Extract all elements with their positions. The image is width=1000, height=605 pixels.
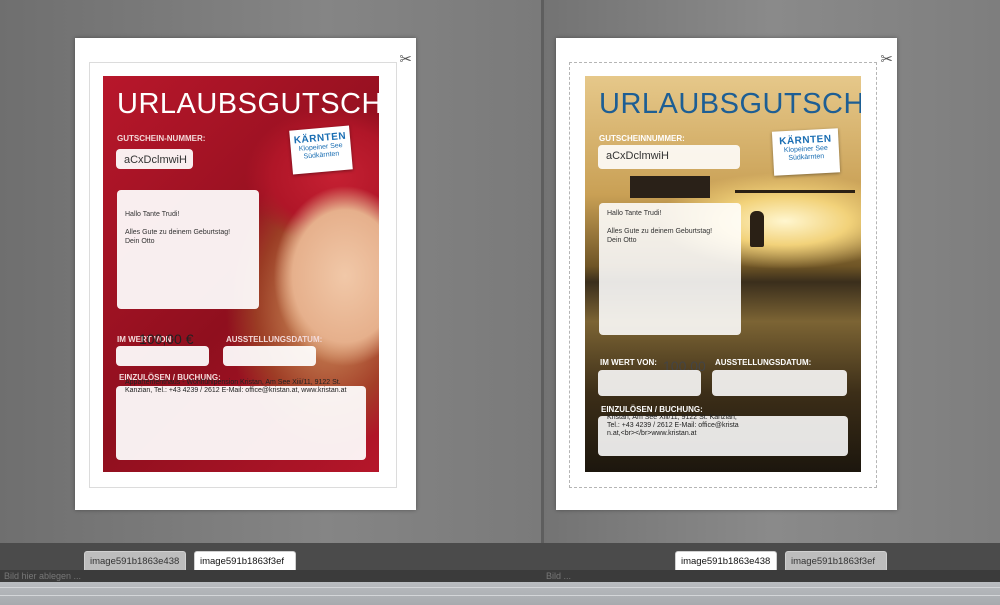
tab-image-1-right[interactable]: image591b1863e438 — [675, 551, 777, 571]
voucher-contact: Kristan, Am See Xiii/11, 9122 St. Kanzia… — [607, 414, 739, 437]
status-right: Bild ... — [546, 571, 572, 581]
voucher-number-field[interactable]: aCxDclmwiH — [116, 149, 193, 169]
voucher-number: aCxDclmwiH — [606, 150, 669, 162]
voucher-amount: 100,00 € — [139, 331, 194, 347]
voucher-value-field[interactable] — [116, 346, 209, 366]
voucher-contact: Appartementhaus - Wohlfühlpension Krista… — [125, 379, 347, 394]
voucher-number-field[interactable]: aCxDclmwiH — [598, 145, 740, 169]
scissors-icon[interactable]: ✂ — [880, 52, 893, 67]
scissors-icon[interactable]: ✂ — [399, 52, 412, 67]
voucher-value-label: IM WERT VON: — [600, 358, 657, 367]
kaernten-logo: KÄRNTEN Klopeiner See Südkärnten — [289, 125, 353, 175]
kaernten-logo: KÄRNTEN Klopeiner See Südkärnten — [771, 128, 841, 176]
voucher-message-field[interactable]: Hallo Tante Trudi! Alles Gute zu deinem … — [599, 203, 741, 335]
voucher-number-label: GUTSCHEIN-NUMMER: — [117, 134, 206, 143]
tab-image-2-right[interactable]: image591b1863f3ef — [785, 551, 887, 571]
pane-divider[interactable] — [541, 0, 544, 570]
status-left: Bild hier ablegen ... — [4, 571, 82, 581]
voucher-red: URLAUBSGUTSCHEIN GUTSCHEIN-NUMMER: aCxDc… — [103, 76, 379, 472]
voucher-date-label: AUSSTELLUNGSDATUM: — [226, 335, 323, 344]
voucher-title: URLAUBSGUTSCHEIN — [599, 88, 861, 120]
swimmer-figure — [750, 211, 764, 247]
voucher-contact-field[interactable] — [116, 386, 366, 460]
voucher-message-field[interactable]: Hallo Tante Trudi! Alles Gute zu deinem … — [117, 190, 259, 309]
tab-image-2-left[interactable]: image591b1863f3ef — [194, 551, 296, 571]
voucher-lake: URLAUBSGUTSCHEIN GUTSCHEINNUMMER: aCxDcl… — [585, 76, 861, 472]
voucher-number: aCxDclmwiH — [124, 154, 187, 166]
right-voucher-card: ✂ URLAUBSGUTSCHEIN GUTSCHEINNUMMER: aCxD… — [556, 38, 897, 510]
voucher-date-field[interactable] — [712, 370, 847, 396]
left-voucher-card: ✂ URLAUBSGUTSCHEIN GUTSCHEIN-NUMMER: aCx… — [75, 38, 416, 510]
voucher-date-field[interactable] — [223, 346, 316, 366]
voucher-message: Hallo Tante Trudi! Alles Gute zu deinem … — [125, 211, 231, 245]
voucher-title: URLAUBSGUTSCHEIN — [117, 88, 379, 120]
status-bar: Bild hier ablegen ... Bild ... — [0, 570, 1000, 582]
voucher-redeem-label: EINZULÖSEN / BUCHUNG: — [601, 405, 703, 414]
voucher-number-label: GUTSCHEINNUMMER: — [599, 134, 685, 143]
voucher-date-label: AUSSTELLUNGSDATUM: — [715, 358, 812, 367]
voucher-message: Hallo Tante Trudi! Alles Gute zu deinem … — [607, 210, 713, 244]
lake-dock — [630, 176, 710, 198]
tab-image-1-left[interactable]: image591b1863e438 — [84, 551, 186, 571]
lake-pier — [735, 190, 855, 193]
footer-strip — [0, 582, 1000, 605]
voucher-value-field[interactable] — [598, 370, 701, 396]
